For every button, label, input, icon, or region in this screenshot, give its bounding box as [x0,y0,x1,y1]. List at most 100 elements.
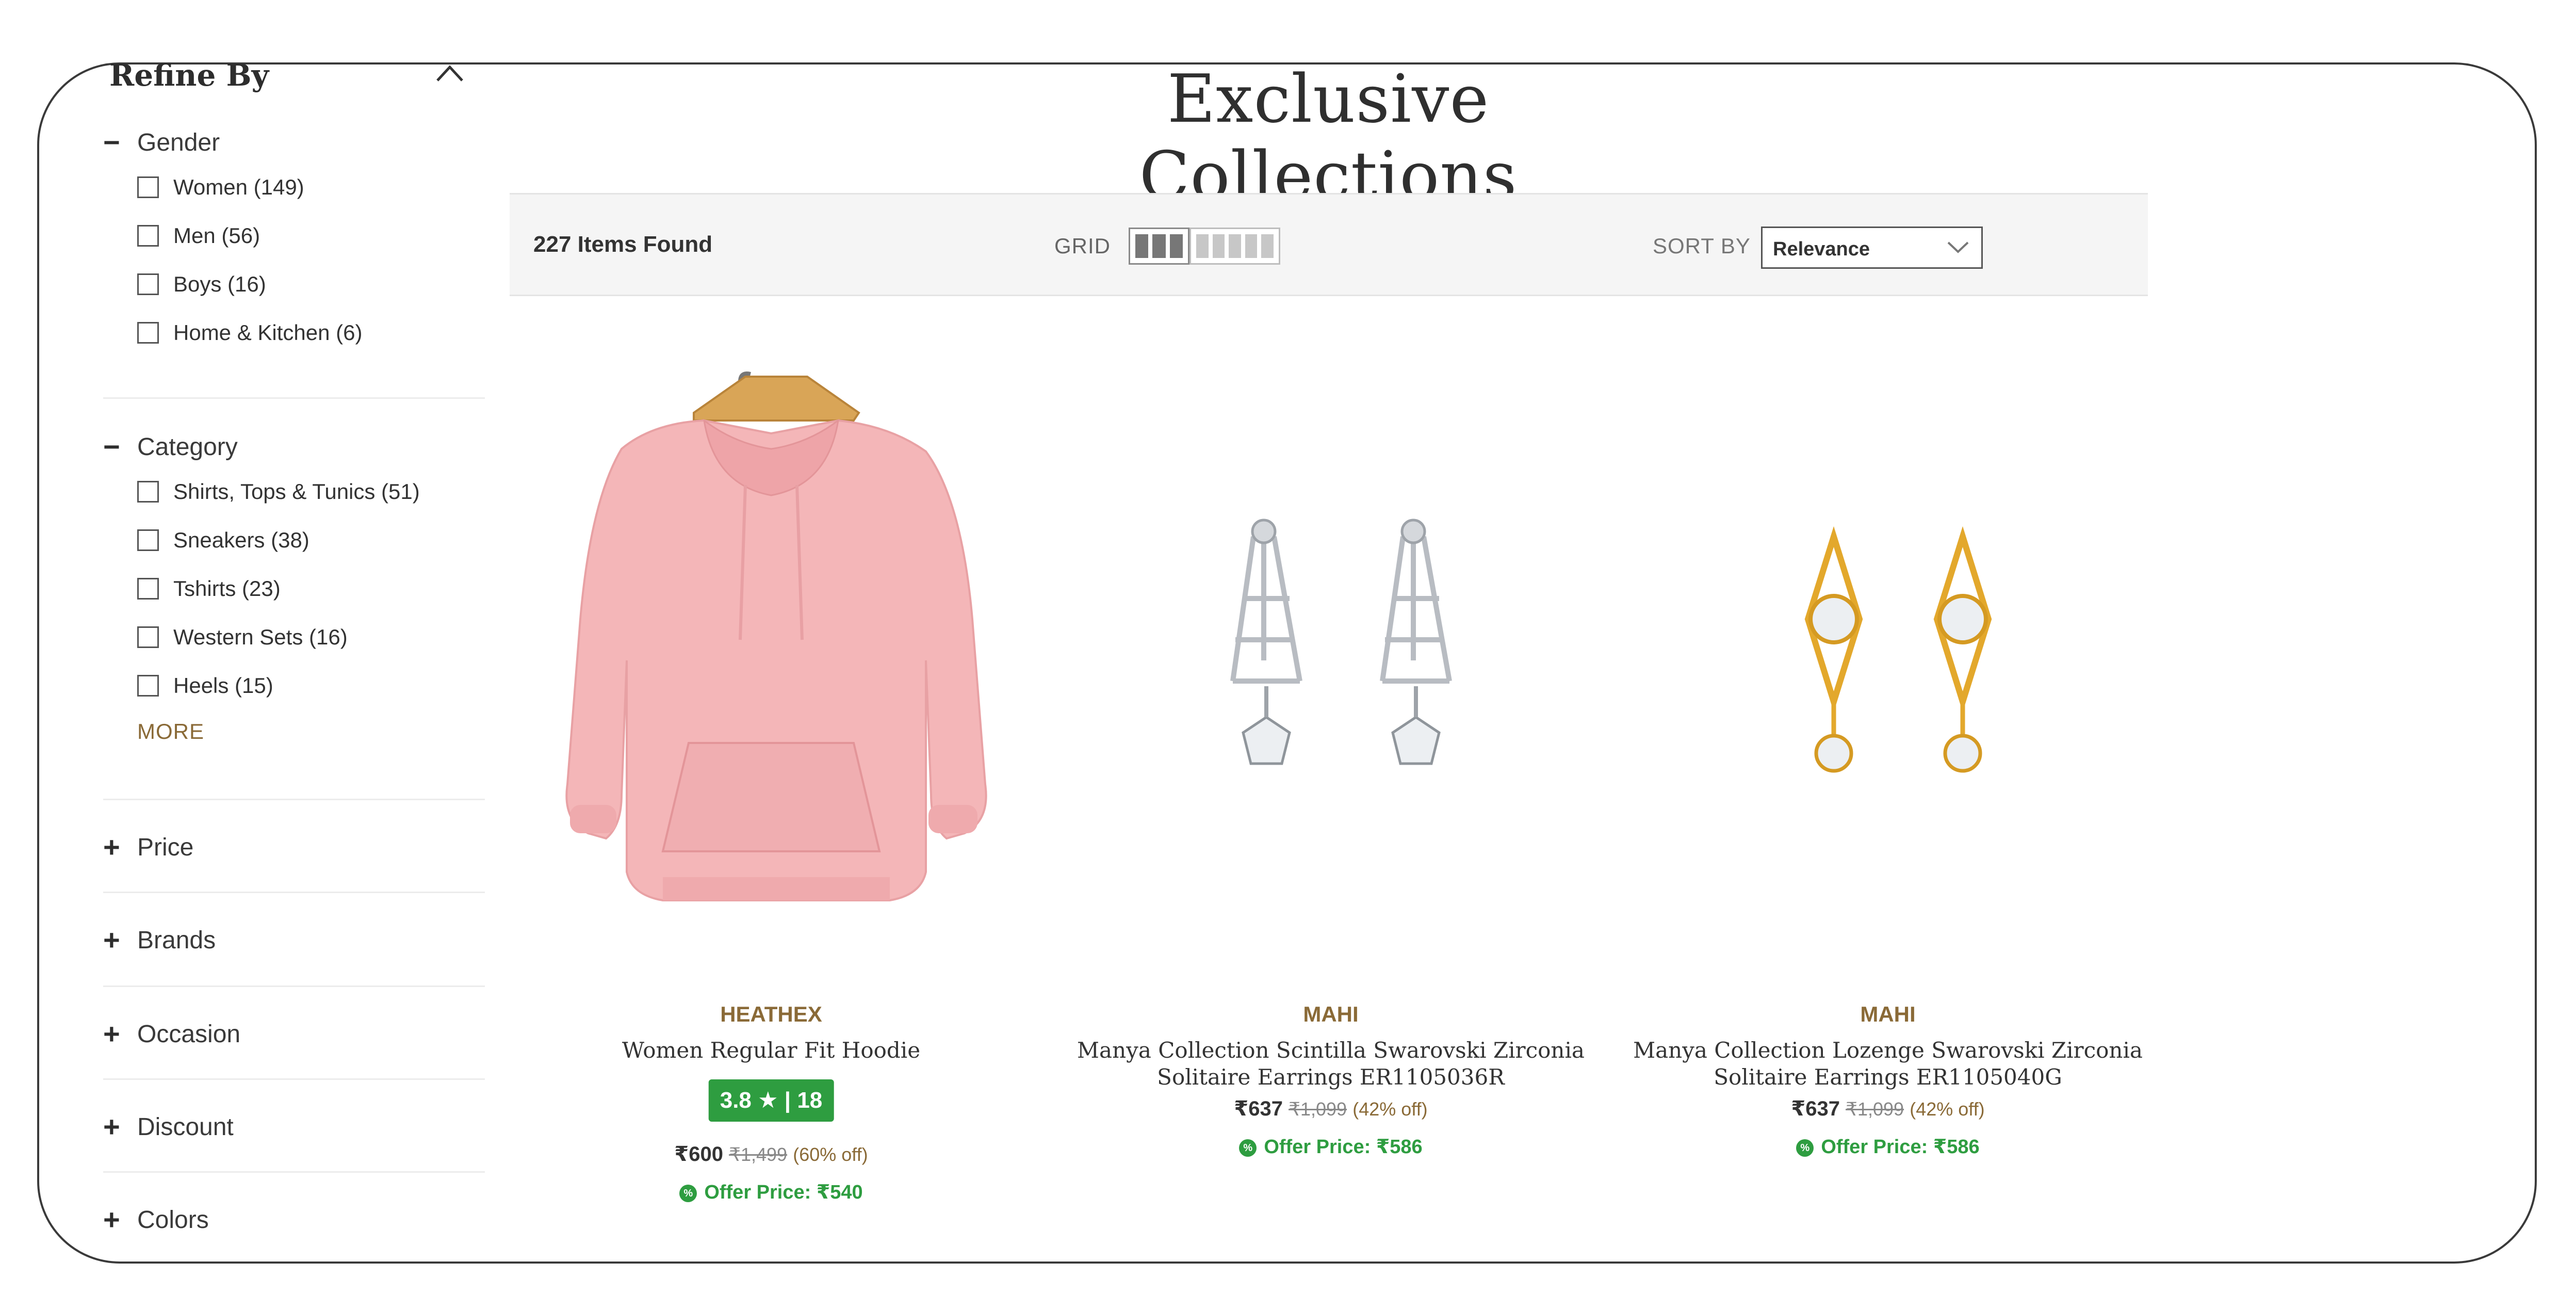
product-image[interactable] [498,330,1045,975]
product-card[interactable]: HEATHEX Women Regular Fit Hoodie 3.8 ★ |… [498,330,1045,1203]
price-mrp: ₹1,099 [1289,1098,1347,1120]
expand-icon: + [103,1110,120,1143]
filter-brands[interactable]: + Brands [103,919,485,961]
price-line: ₹637 ₹1,099 (42% off) [1057,1097,1604,1121]
filter-option[interactable]: Heels (15) [137,661,485,710]
offer-badge-icon: % [1239,1139,1257,1157]
expand-icon: + [103,924,120,956]
product-name[interactable]: Women Regular Fit Hoodie [498,1037,1045,1064]
filter-option-label: Shirts, Tops & Tunics (51) [173,479,420,504]
checkbox[interactable] [137,322,159,344]
filter-option-label: Men (56) [173,223,260,248]
results-toolbar: 227 Items Found GRID SORT BY Relevance [510,193,2148,296]
filter-option[interactable]: Men (56) [137,212,485,260]
price-current: ₹637 [1791,1097,1840,1120]
product-brand: MAHI [1303,1002,1359,1026]
product-card[interactable]: MAHI Manya Collection Lozenge Swarovski … [1615,330,2161,1158]
gold-earrings-image [1804,526,1992,773]
offer-price: % Offer Price: ₹586 [1615,1135,2161,1158]
price-current: ₹600 [674,1143,723,1166]
hoodie-image [565,371,987,901]
sort-dropdown[interactable]: Relevance [1761,227,1983,269]
filter-option-label: Tshirts (23) [173,576,281,601]
filter-category-label: Category [137,433,238,461]
filter-discount[interactable]: + Discount [103,1106,485,1147]
filter-option[interactable]: Sneakers (38) [137,516,485,564]
product-image[interactable] [1057,330,1604,975]
filter-option-label: Boys (16) [173,272,266,296]
collapse-icon: − [103,430,120,463]
filter-option[interactable]: Shirts, Tops & Tunics (51) [137,467,485,516]
filter-option-label: Sneakers (38) [173,528,309,552]
filter-gender: − Gender Women (149) Men (56) Boys (16) … [103,122,485,357]
grid-5-columns-icon[interactable] [1189,228,1280,265]
offer-price-text: Offer Price: ₹540 [704,1182,863,1203]
divider [103,397,485,399]
filter-occasion[interactable]: + Occasion [103,1013,485,1055]
grid-label: GRID [1054,234,1111,258]
divider [103,892,485,893]
divider [103,799,485,800]
price-discount: (42% off) [1352,1098,1428,1120]
expand-icon: + [103,1017,120,1050]
offer-price-text: Offer Price: ₹586 [1821,1136,1980,1158]
sort-selected-value: Relevance [1773,238,1870,260]
more-link[interactable]: MORE [137,719,485,744]
checkbox[interactable] [137,273,159,295]
refine-header[interactable]: Refine By [109,58,470,99]
offer-badge-icon: % [679,1184,697,1202]
expand-icon: + [103,1203,120,1236]
price-line: ₹600 ₹1,499 (60% off) [498,1142,1045,1166]
filter-discount-label: Discount [137,1113,234,1141]
filter-option[interactable]: Tshirts (23) [137,564,485,613]
offer-price: % Offer Price: ₹586 [1057,1135,1604,1158]
checkbox[interactable] [137,675,159,697]
price-line: ₹637 ₹1,099 (42% off) [1615,1097,2161,1121]
grid-3-columns-icon[interactable] [1129,228,1189,265]
product-card[interactable]: MAHI Manya Collection Scintilla Swarovsk… [1057,330,1604,1158]
product-image[interactable] [1615,330,2161,975]
product-name[interactable]: Manya Collection Lozenge Swarovski Zirco… [1615,1037,2161,1091]
filter-option-label: Women (149) [173,175,304,199]
checkbox[interactable] [137,176,159,198]
filter-colors-label: Colors [137,1206,209,1234]
filter-occasion-label: Occasion [137,1020,241,1048]
filter-option[interactable]: Boys (16) [137,260,485,309]
product-brand: MAHI [1860,1002,1916,1026]
product-name[interactable]: Manya Collection Scintilla Swarovski Zir… [1057,1037,1604,1091]
checkbox[interactable] [137,529,159,551]
price-current: ₹637 [1234,1097,1283,1120]
filter-category-header[interactable]: − Category [103,426,485,467]
sort-label: SORT BY [1653,234,1751,258]
page-title: Exclusive Collections [1139,61,1518,215]
price-discount: (42% off) [1910,1098,1985,1120]
collapse-icon: − [103,126,120,158]
chevron-up-icon[interactable] [434,63,465,84]
filter-option[interactable]: Home & Kitchen (6) [137,309,485,357]
filter-option[interactable]: Western Sets (16) [137,613,485,661]
filter-option-label: Western Sets (16) [173,625,348,649]
chevron-down-icon [1947,241,1969,253]
checkbox[interactable] [137,481,159,503]
divider [103,985,485,987]
rating-badge: 3.8 ★ | 18 [708,1079,834,1122]
product-brand: HEATHEX [720,1002,822,1026]
filter-option-label: Heels (15) [173,673,273,698]
filter-colors[interactable]: + Colors [103,1199,485,1240]
filter-category: − Category Shirts, Tops & Tunics (51) Sn… [103,426,485,744]
silver-earrings-image [1230,519,1452,765]
divider [103,1171,485,1173]
offer-price-text: Offer Price: ₹586 [1264,1136,1423,1158]
divider [103,1078,485,1080]
checkbox[interactable] [137,578,159,600]
filter-option[interactable]: Women (149) [137,163,485,212]
checkbox[interactable] [137,225,159,247]
filter-gender-header[interactable]: − Gender [103,122,485,163]
price-mrp: ₹1,099 [1846,1098,1904,1120]
filter-price[interactable]: + Price [103,827,485,868]
filter-option-label: Home & Kitchen (6) [173,320,363,345]
offer-badge-icon: % [1796,1139,1814,1157]
checkbox[interactable] [137,626,159,648]
filter-brands-label: Brands [137,926,216,954]
price-discount: (60% off) [793,1144,868,1165]
